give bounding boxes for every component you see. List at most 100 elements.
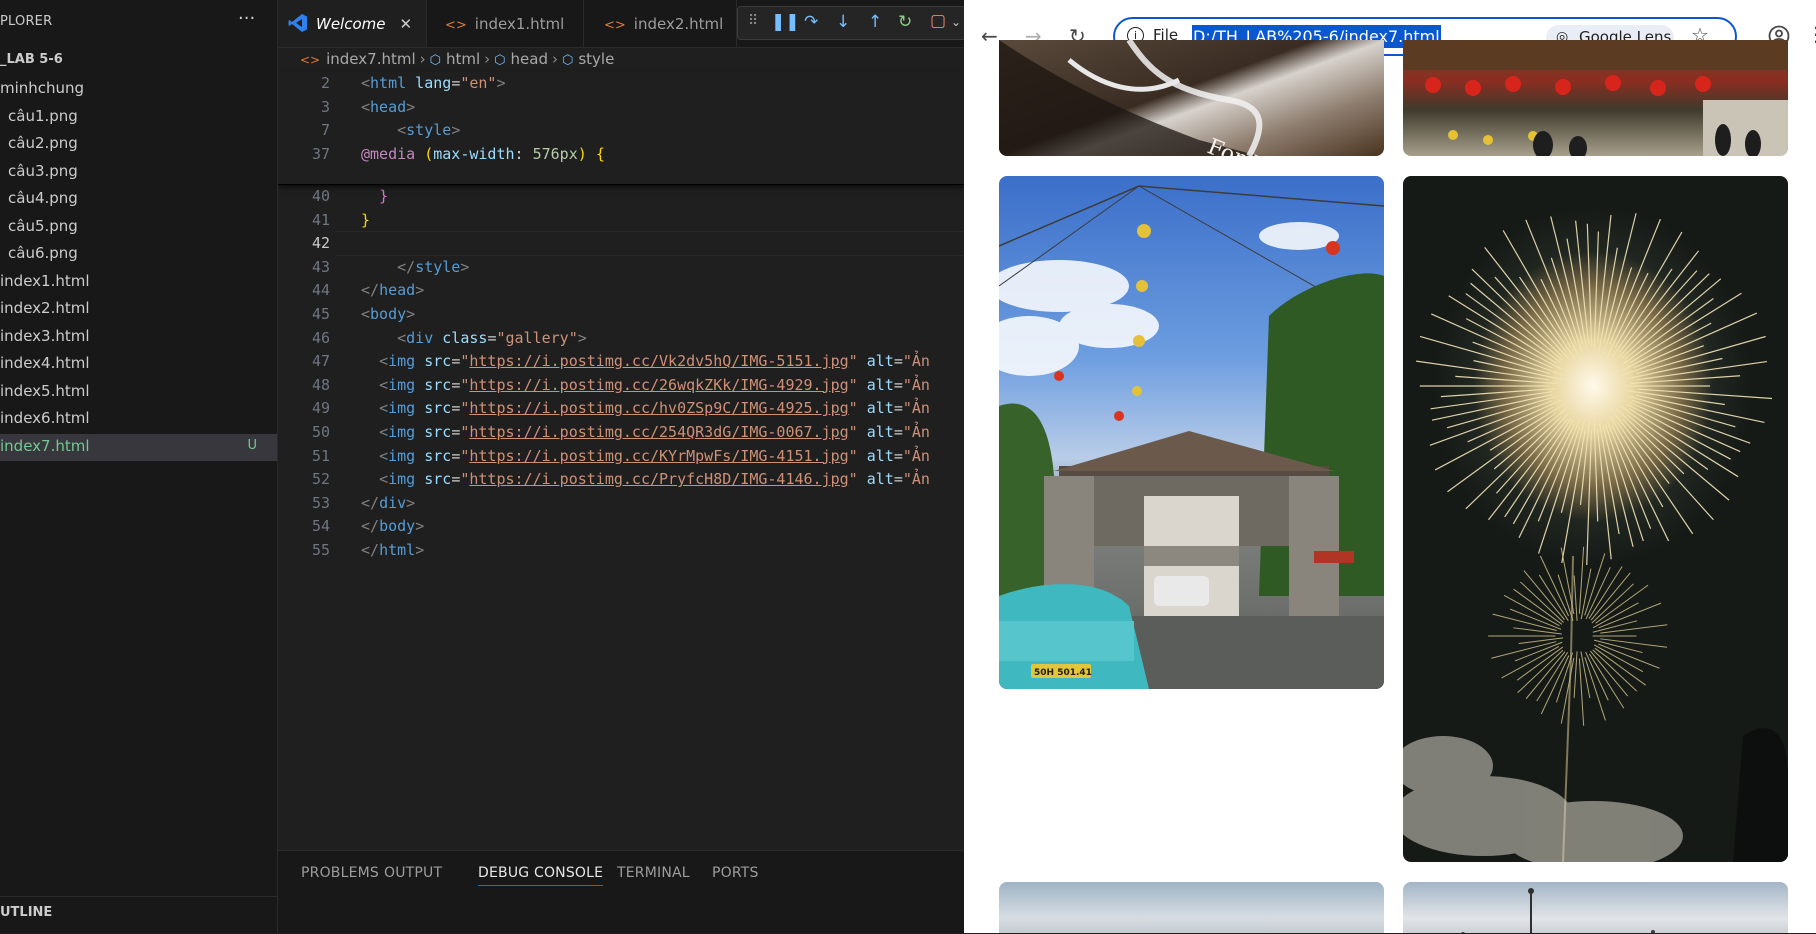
photo-temple-lanterns xyxy=(1403,40,1788,156)
code-line: 37 @media (max-width: 576px) { xyxy=(278,143,964,166)
code-line: 51 <img src="https://i.postimg.cc/KYrMpw… xyxy=(278,445,964,468)
breadcrumb-head[interactable]: head xyxy=(511,50,548,68)
file-label: index6.html xyxy=(0,409,90,427)
line-content: @media (max-width: 576px) { xyxy=(361,144,605,163)
browser-window: ← → ↻ i File D:/TH_LAB%205-6/index7.html… xyxy=(964,0,1816,933)
file-tree: minhchung câu1.png câu2.png câu3.png câu4.pn… xyxy=(0,76,277,461)
breadcrumb-html[interactable]: html xyxy=(446,50,480,68)
tab-index2[interactable]: <> index2.html xyxy=(584,0,737,47)
line-content: } xyxy=(361,210,371,229)
file-label: câu2.png xyxy=(8,134,78,152)
explorer-sidebar: PLORER ··· _LAB 5-6 minhchung câu1.png câu… xyxy=(0,0,278,933)
code-line: 48 <img src="https://i.postimg.cc/26wqkZ… xyxy=(278,374,964,397)
breadcrumb-style[interactable]: style xyxy=(578,50,614,68)
panel-tab-terminal[interactable]: TERMINAL xyxy=(617,865,690,881)
panel-tab-output[interactable]: OUTPUT xyxy=(384,865,442,881)
line-number: 49 xyxy=(311,399,330,418)
line-content: </html> xyxy=(361,541,425,559)
code-line: 2 <html lang="en"> xyxy=(278,72,964,95)
line-content: <div class="gallery"> xyxy=(397,328,587,347)
line-number: 55 xyxy=(311,541,330,559)
editor-tabs: Welcome ✕ <> index1.html <> index2.html ⠿ ❚… xyxy=(278,0,964,48)
photo-for-bread: For Bread xyxy=(999,40,1384,156)
file-c-u2-png[interactable]: câu2.png xyxy=(0,131,277,159)
file-label: index4.html xyxy=(0,354,90,372)
file-c-u1-png[interactable]: câu1.png xyxy=(0,104,277,132)
file-c-u4-png[interactable]: câu4.png xyxy=(0,186,277,214)
drag-handle-icon[interactable]: ⠿ xyxy=(748,13,758,29)
file-label: câu1.png xyxy=(8,106,78,125)
menu-icon[interactable]: ⋮ xyxy=(1806,22,1816,46)
panel-tab-ports[interactable]: PORTS xyxy=(712,865,759,881)
file-label: index5.html xyxy=(0,381,90,400)
git-status-badge: U xyxy=(247,437,257,453)
file-label: câu4.png xyxy=(8,189,78,207)
file-index2-html[interactable]: index2.html xyxy=(0,296,277,324)
line-number: 42 xyxy=(311,234,330,253)
file-minhchung[interactable]: minhchung xyxy=(0,76,277,104)
line-number: 48 xyxy=(311,375,330,394)
project-folder[interactable]: _LAB 5-6 xyxy=(0,52,63,67)
chevron-down-icon[interactable]: ⌄ xyxy=(951,15,961,29)
code-line: 55 </html> xyxy=(278,539,964,562)
pause-icon[interactable]: ❚❚ xyxy=(771,12,800,32)
back-icon[interactable]: ← xyxy=(981,24,998,48)
html-file-icon: <> xyxy=(445,18,467,33)
photo-illustration xyxy=(1403,40,1788,156)
line-content: <img src="https://i.postimg.cc/PryfcH8D/… xyxy=(379,470,930,489)
file-index7-html[interactable]: index7.html U xyxy=(0,433,277,461)
plate-text: 50H 501.41 xyxy=(1034,668,1092,678)
file-c-u6-png[interactable]: câu6.png xyxy=(0,241,277,269)
panel-tab-debug-console[interactable]: DEBUG CONSOLE xyxy=(478,865,604,886)
file-label: index1.html xyxy=(0,271,90,290)
code-line: 52 <img src="https://i.postimg.cc/PryfcH… xyxy=(278,468,964,491)
file-c-u3-png[interactable]: câu3.png xyxy=(0,159,277,187)
line-content: <style> xyxy=(397,121,461,139)
step-out-icon[interactable]: ↑ xyxy=(868,12,882,32)
photo-temple-gate: 50H 501.41 xyxy=(999,176,1384,689)
symbol-icon: ⬡ xyxy=(561,53,574,68)
file-label: câu5.png xyxy=(8,216,78,235)
restart-icon[interactable]: ↻ xyxy=(898,12,912,32)
line-content: <img src="https://i.postimg.cc/KYrMpwFs/… xyxy=(379,446,930,465)
line-content: <img src="https://i.postimg.cc/hv0ZSp9C/… xyxy=(379,399,930,418)
html-file-icon: <> xyxy=(604,18,626,33)
file-index6-html[interactable]: index6.html xyxy=(0,406,277,434)
file-c-u5-png[interactable]: câu5.png xyxy=(0,214,277,242)
file-index5-html[interactable]: index5.html xyxy=(0,379,277,407)
stop-icon[interactable]: ▢ xyxy=(930,11,946,31)
file-label: index7.html xyxy=(0,436,90,455)
explorer-title: PLORER xyxy=(0,14,53,29)
line-number: 46 xyxy=(311,328,330,347)
line-number: 2 xyxy=(320,74,330,92)
breadcrumb-file[interactable]: index7.html xyxy=(326,50,416,68)
line-number: 45 xyxy=(311,305,330,323)
step-into-icon[interactable]: ↓ xyxy=(836,12,850,32)
line-content: </body> xyxy=(361,517,425,536)
file-index3-html[interactable]: index3.html xyxy=(0,324,277,352)
line-number: 50 xyxy=(311,423,330,441)
close-icon[interactable]: ✕ xyxy=(400,15,413,33)
code-line: 43 </style> xyxy=(278,256,964,279)
tab-index1[interactable]: <> index1.html xyxy=(427,0,584,47)
more-actions-icon[interactable]: ··· xyxy=(238,8,255,29)
breadcrumb: <> index7.html › ⬡ html › ⬡ head › ⬡ style xyxy=(300,50,614,68)
line-number: 53 xyxy=(311,493,330,512)
code-line: 7 <style> xyxy=(278,119,964,142)
file-label: index2.html xyxy=(0,299,90,317)
code-line: 49 <img src="https://i.postimg.cc/hv0ZSp… xyxy=(278,397,964,420)
sticky-scroll: 2 <html lang="en"> 3 <head> 7 <style> 37 @medi… xyxy=(278,72,964,185)
photo-illustration xyxy=(1403,213,1788,862)
symbol-icon: ⬡ xyxy=(494,53,506,68)
panel-tab-problems[interactable]: PROBLEMS xyxy=(301,865,379,881)
file-index1-html[interactable]: index1.html xyxy=(0,269,277,297)
photo-sky-left xyxy=(999,882,1384,933)
tab-label: index2.html xyxy=(633,15,724,33)
step-over-icon[interactable]: ↷ xyxy=(804,12,818,32)
line-number: 43 xyxy=(311,257,330,276)
outline-section[interactable]: UTLINE xyxy=(0,896,277,934)
file-index4-html[interactable]: index4.html xyxy=(0,351,277,379)
tab-welcome[interactable]: Welcome ✕ xyxy=(278,0,427,47)
code-line: 41} xyxy=(278,209,964,232)
file-label: index3.html xyxy=(0,326,90,345)
